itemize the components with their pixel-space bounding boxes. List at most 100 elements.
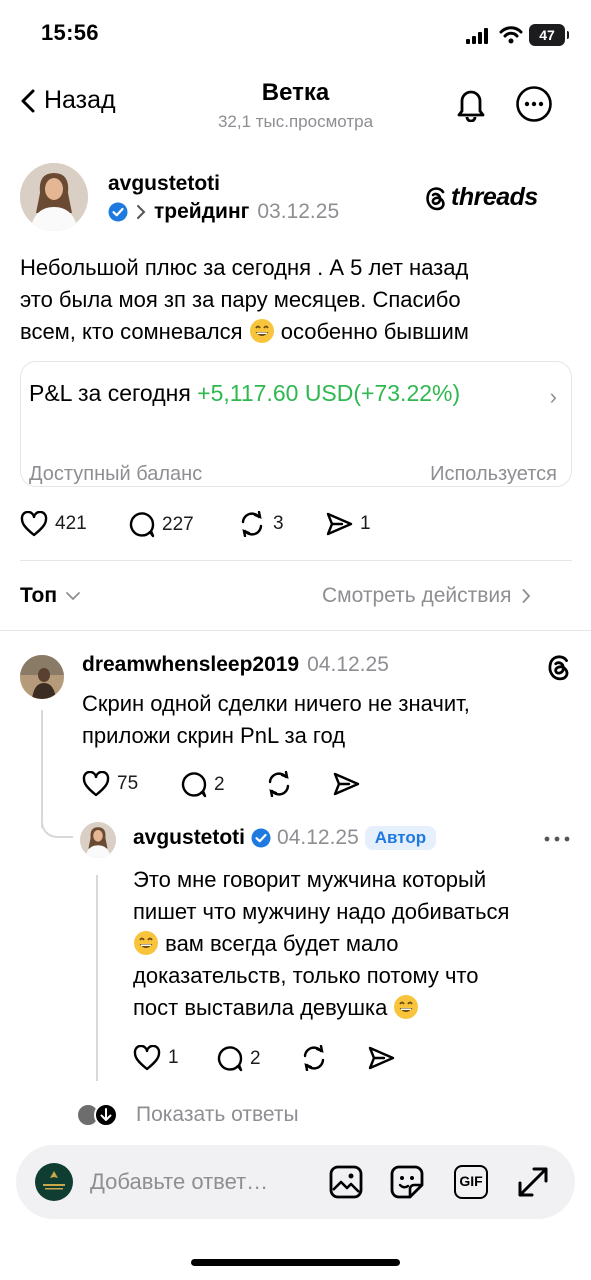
reply-text-line: Это мне говорит мужчина который [133,867,487,892]
post-username[interactable]: avgustetoti [108,172,220,196]
reply-reply-button[interactable]: 2 [216,1045,261,1072]
reply-text: Это мне говорит мужчина который пишет чт… [133,864,578,1024]
view-count: 32,1 тыс.просмотра [217,112,374,131]
post-topic[interactable]: трейдинг [154,200,249,224]
reply-reply-count: 2 [250,1047,261,1069]
repost-button[interactable]: 3 [238,511,284,537]
pnl-value: +5,117.60 USD(+73.22%) [197,380,461,406]
post-meta: трейдинг 03.12.25 [108,200,339,224]
comment-button[interactable]: 227 [128,511,194,538]
comment-like-button[interactable]: 75 [82,771,138,797]
threads-logo: threads [424,183,538,212]
reply-text-fragment: пост выставила девушка [133,995,388,1020]
reply-text-line: пишет что мужчину надо добиваться [133,899,510,924]
view-activity-link[interactable]: Смотреть действия [322,584,531,608]
post-text-line: это была моя зп за пару месяцев. Спасибо [20,287,461,312]
comment-icon [129,512,155,538]
pnl-label: P&L за сегодня [29,380,191,406]
image-icon[interactable] [329,1165,363,1199]
avatar-image [80,822,116,858]
thread-connector [41,812,73,838]
show-replies-button[interactable]: Показать ответы [76,1103,299,1127]
bell-icon[interactable] [454,86,488,122]
reply-text-line: пост выставила девушка [133,992,578,1024]
reply-like-button[interactable]: 1 [133,1045,179,1071]
view-activity-label: Смотреть действия [322,584,512,607]
comment-username[interactable]: dreamwhensleep2019 [82,653,299,677]
comment-reply-count: 2 [214,773,225,795]
post-text-line: Небольшой плюс за сегодня . А 5 лет наза… [20,255,469,280]
show-replies-label: Показать ответы [136,1103,299,1126]
post-text: Небольшой плюс за сегодня . А 5 лет наза… [20,252,560,348]
send-icon[interactable] [367,1045,395,1071]
sort-label: Топ [20,584,58,607]
grinning-emoji-icon [249,319,274,343]
threads-icon [426,186,445,210]
reply-username[interactable]: avgustetoti [133,826,245,850]
available-balance-label: Доступный баланс [29,463,203,485]
heart-icon [133,1045,161,1071]
post-text-fragment: всем, кто сомневался [20,319,243,344]
reply-composer[interactable]: Добавьте ответ… GIF [16,1145,575,1219]
reply-date: 04.12.25 [277,826,359,849]
repost-icon[interactable] [300,1045,328,1071]
threads-wordmark: threads [451,183,538,211]
divider [20,560,572,561]
share-count: 1 [360,513,371,534]
gif-button[interactable]: GIF [454,1165,488,1199]
chevron-down-icon [66,592,80,601]
composer-avatar [35,1163,73,1201]
gif-label: GIF [459,1173,483,1189]
comment-text-line: Скрин одной сделки ничего не значит, [82,691,470,716]
send-icon[interactable] [332,771,360,797]
status-time: 15:56 [41,20,99,45]
heart-icon [20,511,48,537]
sort-dropdown[interactable]: Топ [20,584,81,608]
pnl-card[interactable]: P&L за сегодня +5,117.60 USD(+73.22%) › … [20,361,572,487]
reply-like-count: 1 [168,1047,179,1068]
reply-input-placeholder[interactable]: Добавьте ответ… [90,1169,268,1195]
post-author-avatar[interactable] [20,163,88,231]
comment-header: dreamwhensleep2019 04.12.25 [82,653,389,677]
more-options-icon[interactable] [543,835,571,843]
wifi-icon [499,26,523,44]
send-icon [326,512,353,536]
thread-line [96,875,98,1081]
comment-reply-button[interactable]: 2 [180,771,225,798]
expand-icon[interactable] [516,1165,550,1199]
comment-author-avatar[interactable] [20,655,64,699]
chevron-right-icon: › [549,384,557,409]
like-count: 421 [55,513,87,534]
grinning-emoji-icon [394,995,419,1019]
reply-author-avatar[interactable] [80,822,116,858]
arrow-down-circle-icon [94,1103,118,1127]
post-date: 03.12.25 [257,200,340,223]
cellular-signal-icon [466,28,488,44]
comment-icon [217,1046,243,1072]
post-text-line: всем, кто сомневался особенно бывшим [20,316,560,348]
home-indicator [191,1259,400,1266]
comment-text-line: приложи скрин PnL за год [82,723,346,748]
in-use-label: Используется [430,463,557,485]
repost-icon[interactable] [265,771,293,797]
reply-text-line: вам всегда будет мало [133,928,578,960]
like-button[interactable]: 421 [20,511,87,537]
share-button[interactable]: 1 [325,511,371,537]
verified-badge-icon [108,202,128,222]
post-text-fragment: особенно бывшим [280,319,469,344]
comment-count: 227 [162,513,194,535]
comment-icon [181,772,207,798]
brand-logo-icon [43,1171,65,1190]
repost-count: 3 [273,513,284,534]
reply-text-fragment: вам всегда будет мало [165,931,399,956]
battery-indicator: 47 [529,24,569,46]
reply-avatars [76,1103,118,1127]
more-options-icon[interactable] [515,85,553,123]
divider [0,630,591,631]
chevron-right-icon [522,589,530,603]
avatar-image [20,163,88,231]
author-badge: Автор [364,826,437,850]
comment-date: 04.12.25 [307,653,389,676]
avatar-image [20,655,64,699]
sticker-icon[interactable] [390,1165,424,1199]
